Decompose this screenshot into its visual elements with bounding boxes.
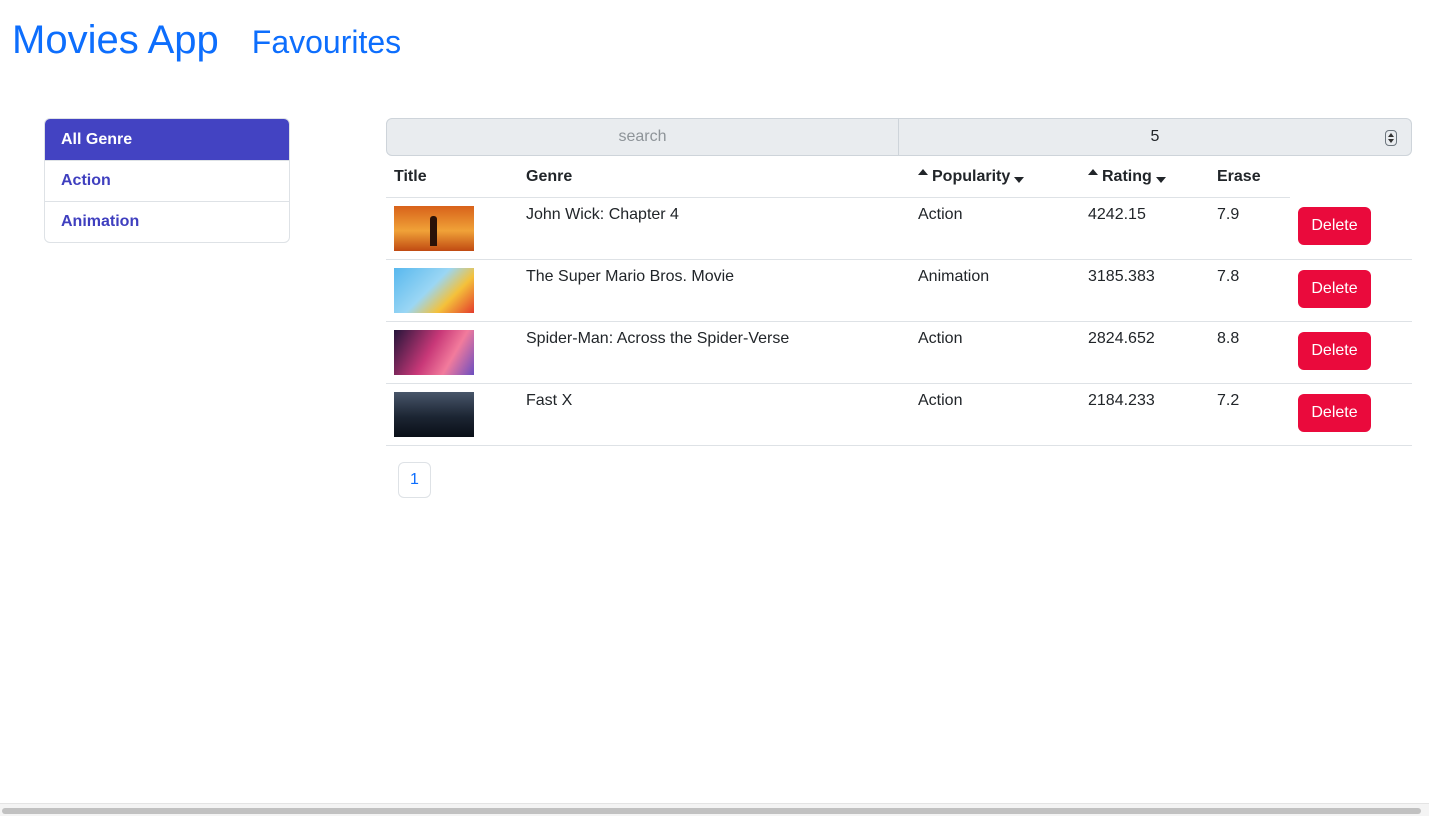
title-cell: John Wick: Chapter 4	[518, 197, 910, 260]
genre-list: All Genre Action Animation	[44, 118, 290, 243]
rating-cell: 7.8	[1209, 259, 1290, 322]
movies-table: Title Genre Popularity Rating Erase John…	[386, 157, 1412, 446]
genre-item-animation[interactable]: Animation	[45, 201, 289, 242]
title-cell: The Super Mario Bros. Movie	[518, 259, 910, 322]
popularity-cell: 2824.652	[1080, 321, 1209, 384]
spinner-up-icon[interactable]	[1388, 133, 1394, 137]
genre-item-all[interactable]: All Genre	[45, 119, 289, 160]
table-row: Fast X Action 2184.233 7.2 Delete	[386, 383, 1412, 446]
popularity-cell: 2184.233	[1080, 383, 1209, 446]
genre-item-action[interactable]: Action	[45, 160, 289, 201]
genre-cell: Action	[910, 383, 1080, 446]
col-popularity-label: Popularity	[932, 167, 1011, 185]
table-header-row: Title Genre Popularity Rating Erase	[386, 157, 1412, 198]
action-cell: Delete	[1290, 321, 1412, 384]
action-cell: Delete	[1290, 383, 1412, 446]
favourites-link[interactable]: Favourites	[252, 16, 401, 68]
delete-button[interactable]: Delete	[1298, 393, 1371, 432]
table-row: John Wick: Chapter 4 Action 4242.15 7.9 …	[386, 197, 1412, 260]
poster-cell	[386, 383, 518, 446]
brand-link[interactable]: Movies App	[12, 14, 219, 66]
spinner-down-icon[interactable]	[1388, 139, 1394, 143]
movie-poster	[394, 391, 474, 437]
sort-asc-icon[interactable]	[918, 168, 928, 175]
col-erase: Erase	[1209, 157, 1290, 198]
rating-cell: 7.2	[1209, 383, 1290, 446]
action-cell: Delete	[1290, 259, 1412, 322]
sort-asc-icon[interactable]	[1088, 168, 1098, 175]
filter-controls: 5	[386, 118, 1412, 156]
navbar: Movies App Favourites	[12, 14, 401, 68]
rating-cell: 8.8	[1209, 321, 1290, 384]
spinner-arrows-icon[interactable]	[1385, 130, 1397, 146]
title-cell: Spider-Man: Across the Spider-Verse	[518, 321, 910, 384]
page-size-input[interactable]: 5	[899, 118, 1412, 156]
sort-desc-icon[interactable]	[1014, 176, 1025, 183]
table-row: Spider-Man: Across the Spider-Verse Acti…	[386, 321, 1412, 384]
table-row: The Super Mario Bros. Movie Animation 31…	[386, 259, 1412, 322]
genre-cell: Action	[910, 197, 1080, 260]
action-cell: Delete	[1290, 197, 1412, 260]
sort-desc-icon[interactable]	[1155, 176, 1166, 183]
col-popularity: Popularity	[910, 157, 1080, 198]
col-title: Title	[386, 157, 518, 198]
poster-cell	[386, 321, 518, 384]
movie-poster	[394, 205, 474, 251]
page-size-value: 5	[1150, 128, 1160, 145]
movie-poster	[394, 329, 474, 375]
title-cell: Fast X	[518, 383, 910, 446]
col-rating-label: Rating	[1102, 167, 1152, 185]
horizontal-scrollbar[interactable]	[0, 803, 1429, 816]
delete-button[interactable]: Delete	[1298, 269, 1371, 308]
page-link-1[interactable]: 1	[398, 462, 431, 498]
poster-cell	[386, 259, 518, 322]
delete-button[interactable]: Delete	[1298, 207, 1371, 245]
popularity-cell: 3185.383	[1080, 259, 1209, 322]
poster-cell	[386, 197, 518, 260]
scrollbar-thumb[interactable]	[2, 808, 1421, 814]
search-input[interactable]	[386, 118, 899, 156]
movie-poster	[394, 267, 474, 313]
genre-cell: Action	[910, 321, 1080, 384]
rating-cell: 7.9	[1209, 197, 1290, 260]
genre-cell: Animation	[910, 259, 1080, 322]
delete-button[interactable]: Delete	[1298, 331, 1371, 370]
col-rating: Rating	[1080, 157, 1209, 198]
popularity-cell: 4242.15	[1080, 197, 1209, 260]
col-genre: Genre	[518, 157, 910, 198]
col-action	[1290, 157, 1412, 197]
